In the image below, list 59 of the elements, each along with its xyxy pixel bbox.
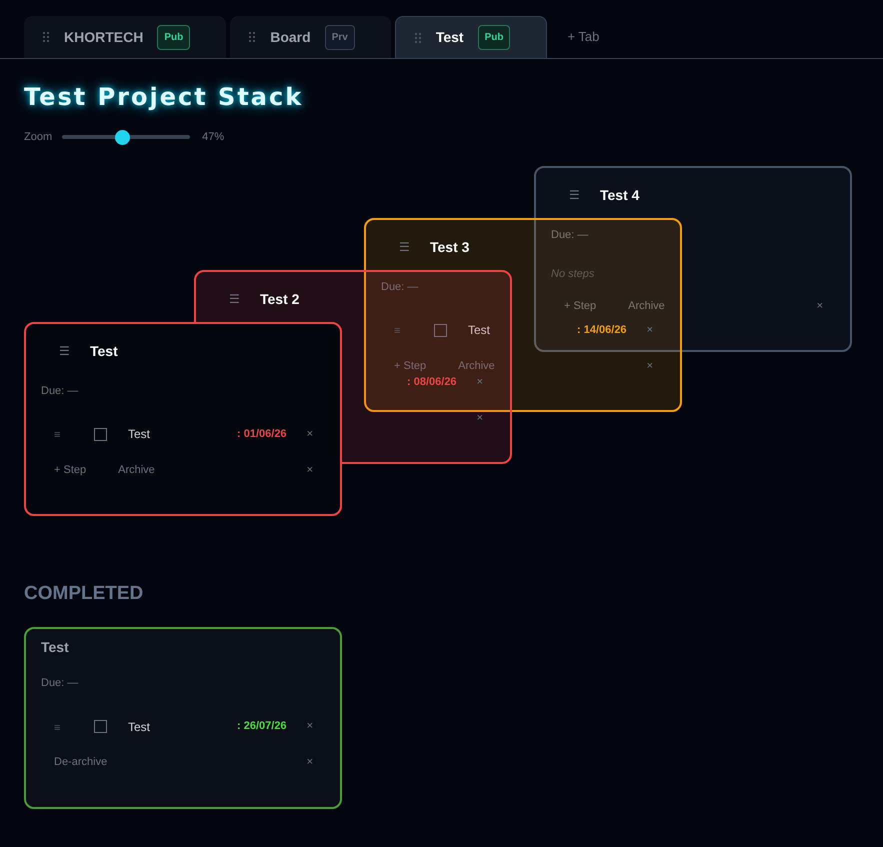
step-date: : 26/07/26 — [237, 719, 287, 734]
archive-button[interactable]: Archive — [628, 298, 665, 314]
add-step-button[interactable]: + Step — [54, 462, 86, 478]
tab[interactable]: KHORTECH Pub — [24, 16, 226, 58]
step-checkbox[interactable] — [94, 720, 107, 733]
step-checkbox[interactable] — [434, 324, 447, 336]
step-date: : 08/06/26 — [407, 374, 457, 390]
tab[interactable]: Test Pub — [394, 16, 548, 58]
step-name: Test — [128, 720, 150, 734]
drag-handle-icon[interactable] — [248, 31, 256, 43]
tab[interactable]: Board Prv — [230, 16, 391, 58]
visibility-badge: Pub — [478, 25, 510, 50]
page-title: Test Project Stack — [24, 82, 304, 113]
remove-step-button[interactable]: × — [306, 718, 313, 735]
archive-button[interactable]: Archive — [458, 358, 495, 374]
delete-card-button[interactable]: × — [646, 358, 653, 374]
step-date: : 01/06/26 — [237, 426, 287, 442]
step-checkbox[interactable] — [94, 428, 107, 440]
zoom-reading: 47% — [202, 130, 224, 145]
archive-button[interactable]: Archive — [118, 462, 155, 478]
card-title: Test 3 — [430, 238, 470, 256]
section-heading: COMPLETED — [24, 582, 144, 606]
step-name: Test — [468, 323, 490, 337]
dearchive-button[interactable]: De-archive — [54, 754, 108, 771]
step-handle[interactable]: ≡ — [394, 325, 400, 337]
due-date: Due: — — [41, 384, 78, 399]
slider-thumb[interactable] — [115, 130, 130, 145]
add-step-button[interactable]: + Step — [394, 358, 426, 374]
remove-step-button[interactable]: × — [646, 322, 653, 338]
due-date: Due: — — [381, 280, 418, 295]
add-step-button[interactable]: + Step — [564, 298, 596, 314]
remove-step-button[interactable]: × — [306, 426, 313, 442]
step-name: Test — [128, 427, 150, 441]
drag-handle-icon[interactable] — [414, 32, 422, 44]
menu-button[interactable]: ☰ — [399, 238, 410, 256]
empty-steps: No steps — [551, 266, 594, 282]
due-date: Due: — — [551, 228, 588, 243]
menu-button[interactable]: ☰ — [569, 186, 580, 204]
card-title: Test — [90, 342, 118, 360]
delete-card-button[interactable]: × — [306, 754, 313, 771]
card-title: Test — [41, 638, 69, 657]
due-date: Due: — — [41, 676, 78, 692]
add-tab-button[interactable]: + Tab — [551, 16, 616, 58]
visibility-badge: Prv — [324, 24, 355, 50]
card-title: Test 4 — [600, 186, 640, 204]
menu-button[interactable]: ☰ — [229, 290, 240, 308]
delete-card-button[interactable]: × — [476, 410, 483, 426]
visibility-badge: Pub — [157, 24, 190, 50]
remove-step-button[interactable]: × — [476, 374, 483, 390]
step-handle[interactable]: ≡ — [54, 429, 60, 441]
zoom-label: Zoom — [24, 130, 52, 145]
delete-card-button[interactable]: × — [306, 462, 313, 478]
zoom-slider[interactable] — [62, 129, 190, 146]
step-handle[interactable]: ≡ — [54, 722, 60, 734]
delete-card-button[interactable]: × — [816, 298, 823, 314]
menu-button[interactable]: ☰ — [59, 342, 70, 360]
drag-handle-icon[interactable] — [42, 31, 50, 43]
card-title: Test 2 — [260, 290, 300, 308]
step-date: : 14/06/26 — [577, 322, 627, 338]
